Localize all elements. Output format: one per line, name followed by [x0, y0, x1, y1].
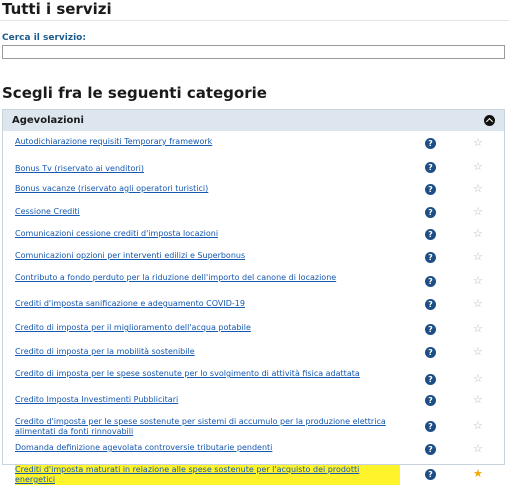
- question-circle-icon[interactable]: ?: [425, 229, 436, 240]
- question-circle-icon[interactable]: ?: [425, 299, 436, 310]
- star-outline-icon[interactable]: ☆: [473, 206, 483, 217]
- question-circle-icon[interactable]: ?: [425, 421, 436, 432]
- question-circle-icon[interactable]: ?: [425, 324, 436, 335]
- question-circle-icon[interactable]: ?: [425, 184, 436, 195]
- star-outline-icon[interactable]: ☆: [473, 346, 483, 357]
- chevron-up-icon[interactable]: [484, 115, 495, 126]
- title-divider: [0, 20, 509, 21]
- star-outline-icon[interactable]: ☆: [473, 228, 483, 239]
- star-outline-icon[interactable]: ☆: [473, 183, 483, 194]
- service-link[interactable]: Contributo a fondo perduto per la riduzi…: [15, 273, 400, 283]
- star-outline-icon[interactable]: ☆: [473, 137, 483, 148]
- search-input[interactable]: [2, 45, 505, 59]
- service-link[interactable]: Cessione Crediti: [15, 207, 400, 217]
- service-link[interactable]: Crediti d'imposta sanificazione e adegua…: [15, 299, 400, 309]
- categories-title: Scegli fra le seguenti categorie: [2, 84, 267, 102]
- service-link[interactable]: Domanda definizione agevolata controvers…: [15, 443, 400, 453]
- service-link[interactable]: Credito di imposta per la mobilità soste…: [15, 347, 400, 357]
- question-circle-icon[interactable]: ?: [425, 162, 436, 173]
- star-outline-icon[interactable]: ☆: [473, 373, 483, 384]
- search-label: Cerca il servizio:: [2, 33, 86, 43]
- star-outline-icon[interactable]: ☆: [473, 251, 483, 262]
- question-circle-icon[interactable]: ?: [425, 395, 436, 406]
- star-outline-icon[interactable]: ☆: [473, 298, 483, 309]
- question-circle-icon[interactable]: ?: [425, 252, 436, 263]
- question-circle-icon[interactable]: ?: [425, 374, 436, 385]
- star-outline-icon[interactable]: ☆: [473, 323, 483, 334]
- service-link[interactable]: Comunicazioni cessione crediti d'imposta…: [15, 229, 400, 239]
- service-link[interactable]: Comunicazioni opzioni per interventi edi…: [15, 251, 400, 261]
- question-circle-icon[interactable]: ?: [425, 207, 436, 218]
- service-link[interactable]: Credito di imposta per le spese sostenut…: [15, 369, 400, 379]
- question-circle-icon[interactable]: ?: [425, 347, 436, 358]
- service-link[interactable]: Credito d'imposta per le spese sostenute…: [15, 417, 400, 437]
- star-outline-icon[interactable]: ☆: [473, 420, 483, 431]
- star-outline-icon[interactable]: ☆: [473, 161, 483, 172]
- service-link[interactable]: Bonus Tv (riservato ai venditori): [15, 164, 400, 174]
- question-circle-icon[interactable]: ?: [425, 276, 436, 287]
- star-outline-icon[interactable]: ☆: [473, 443, 483, 454]
- category-panel-agevolazioni: Agevolazioni Autodichiarazione requisiti…: [2, 109, 505, 485]
- service-link[interactable]: Crediti d'imposta maturati in relazione …: [15, 465, 400, 485]
- question-circle-icon[interactable]: ?: [425, 469, 436, 480]
- question-circle-icon[interactable]: ?: [425, 138, 436, 149]
- star-outline-icon[interactable]: ☆: [473, 394, 483, 405]
- star-filled-icon[interactable]: ★: [473, 468, 483, 479]
- star-outline-icon[interactable]: ☆: [473, 275, 483, 286]
- service-link[interactable]: Bonus vacanze (riservato agli operatori …: [15, 184, 400, 194]
- service-link[interactable]: Autodichiarazione requisiti Temporary fr…: [15, 137, 400, 147]
- question-circle-icon[interactable]: ?: [425, 444, 436, 455]
- service-link[interactable]: Credito di imposta per il miglioramento …: [15, 323, 400, 333]
- panel-header[interactable]: Agevolazioni: [3, 110, 504, 131]
- panel-title: Agevolazioni: [12, 115, 84, 126]
- page-title: Tutti i servizi: [2, 0, 112, 18]
- service-link[interactable]: Credito Imposta Investimenti Pubblicitar…: [15, 395, 400, 405]
